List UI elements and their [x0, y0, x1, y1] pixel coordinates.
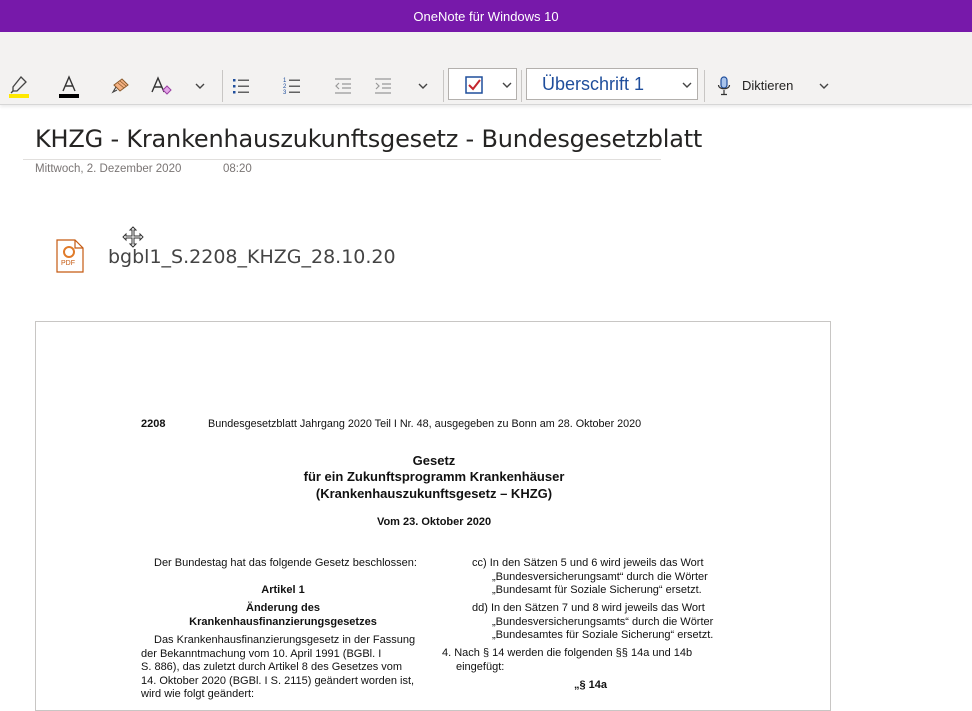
pdf-left-line: Das Krankenhausfinanzierungsgesetz in de…	[154, 634, 416, 646]
title-underline	[23, 159, 661, 160]
ribbon-toolbar: 1 2 3 Überschrift 1 Diktieren	[0, 32, 972, 105]
dictate-button[interactable]	[712, 72, 736, 100]
pdf-title-line3: (Krankenhauszukunftsgesetz – KHZG)	[315, 486, 553, 501]
clear-formatting-icon	[151, 76, 172, 95]
pdf-title-line1: Gesetz	[412, 453, 456, 468]
pdf-title-line2: für ein Zukunftsprogramm Krankenhäuser	[303, 469, 565, 484]
ribbon-divider	[704, 70, 705, 102]
pdf-header: Bundesgesetzblatt Jahrgang 2020 Teil I N…	[208, 418, 642, 430]
format-painter-icon	[111, 78, 129, 94]
chevron-down-icon	[819, 83, 829, 89]
pdf-right-line: „Bundesversicherungsamt“ durch die Wörte…	[492, 571, 708, 583]
style-dropdown-value: Überschrift 1	[542, 73, 645, 94]
move-handle-icon[interactable]	[122, 226, 144, 248]
pdf-right-line: eingefügt:	[456, 661, 505, 673]
ribbon-divider	[443, 70, 444, 102]
pdf-article-title2: Krankenhausfinanzierungsgesetzes	[189, 616, 377, 628]
page-time: 08:20	[223, 163, 252, 175]
ribbon-divider	[222, 70, 223, 102]
pdf-page-number: 2208	[141, 418, 166, 430]
format-painter-button[interactable]	[108, 72, 134, 100]
pdf-printout[interactable]: 2208 Bundesgesetzblatt Jahrgang 2020 Tei…	[35, 321, 831, 711]
pdf-right-line: dd) In den Sätzen 7 und 8 wird jeweils d…	[472, 602, 705, 614]
bullets-button[interactable]	[228, 72, 254, 100]
highlighter-icon	[9, 76, 29, 98]
pdf-article-title1: Änderung des	[246, 602, 320, 614]
pdf-right-line: „§ 14a	[574, 679, 608, 691]
pdf-right-line: 4. Nach § 14 werden die folgenden §§ 14a…	[442, 647, 693, 659]
app-title: OneNote für Windows 10	[413, 8, 559, 24]
pdf-right-line: „Bundesversicherungsamts“ durch die Wört…	[492, 616, 714, 628]
pdf-file-icon	[56, 239, 84, 273]
chevron-down-icon	[682, 82, 692, 88]
numbering-button[interactable]: 1 2 3	[279, 72, 305, 100]
style-dropdown[interactable]: Überschrift 1	[526, 68, 698, 100]
pdf-right-line: „Bundesamt für Soziale Sicherung“ ersetz…	[492, 584, 702, 596]
outdent-icon	[335, 78, 351, 94]
numbering-icon: 1 2 3	[283, 78, 300, 96]
pdf-left-line: 14. Oktober 2020 (BGBl. I S. 2115) geänd…	[141, 675, 415, 687]
svg-text:3: 3	[283, 90, 287, 96]
pdf-label: PDF	[61, 260, 75, 267]
pdf-right-line: cc) In den Sätzen 5 und 6 wird jeweils d…	[472, 557, 704, 569]
font-color-button[interactable]	[56, 72, 82, 100]
pdf-article: Artikel 1	[261, 584, 305, 596]
microphone-icon	[717, 76, 731, 96]
pdf-left-line: der Bekanntmachung vom 10. April 1991 (B…	[141, 648, 382, 660]
ribbon-divider	[521, 70, 522, 102]
title-bar: OneNote für Windows 10	[0, 0, 972, 32]
ribbon-more-dropdown[interactable]	[814, 72, 834, 100]
pdf-right-line: „Bundesamtes für Soziale Sicherung“ erse…	[492, 629, 714, 641]
todo-checkbox-icon	[465, 76, 483, 94]
dictate-label[interactable]: Diktieren	[742, 78, 793, 93]
indent-button[interactable]	[370, 72, 396, 100]
pdf-intro: Der Bundestag hat das folgende Gesetz be…	[154, 557, 417, 569]
bullets-icon	[233, 79, 249, 94]
todo-tag-split-button[interactable]	[448, 68, 517, 100]
chevron-down-icon	[502, 82, 512, 88]
font-color-icon	[59, 75, 79, 98]
paragraph-more-dropdown[interactable]	[413, 72, 433, 100]
page-title[interactable]: KHZG - Krankenhauszukunftsgesetz - Bunde…	[35, 125, 702, 153]
indent-icon	[375, 78, 391, 94]
clear-formatting-button[interactable]	[147, 72, 175, 100]
pdf-attachment[interactable]: PDF	[56, 239, 84, 273]
pdf-left-line: S. 886), das zuletzt durch Artikel 8 des…	[141, 661, 403, 673]
attachment-filename[interactable]: bgbl1_S.2208_KHZG_28.10.20	[108, 246, 396, 268]
outdent-button[interactable]	[330, 72, 356, 100]
font-more-dropdown[interactable]	[190, 72, 210, 100]
pdf-date-line: Vom 23. Oktober 2020	[376, 516, 492, 528]
chevron-down-icon	[418, 83, 428, 89]
chevron-down-icon	[195, 83, 205, 89]
pdf-left-line: wird wie folgt geändert:	[141, 688, 255, 700]
highlight-button[interactable]	[4, 72, 34, 100]
page-date: Mittwoch, 2. Dezember 2020	[35, 163, 182, 175]
